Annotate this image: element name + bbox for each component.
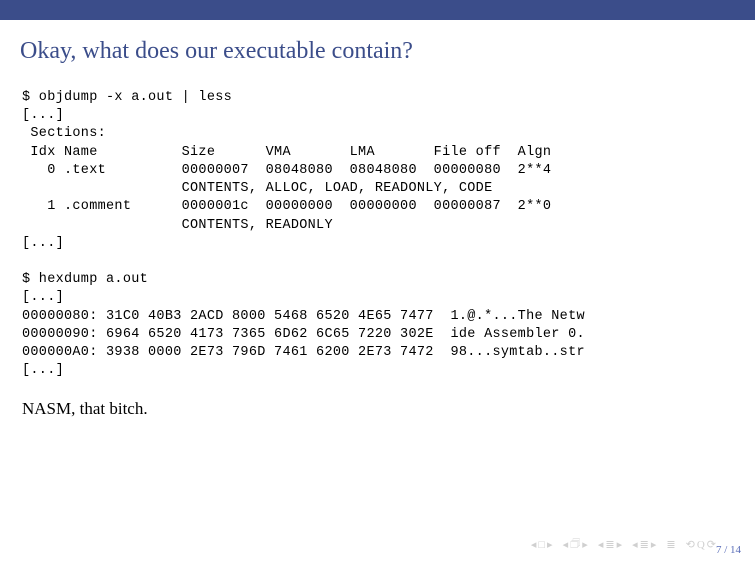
nav-next-icon: ▸ — [616, 538, 624, 551]
nav-prev-icon: ◂ — [631, 538, 639, 551]
nav-section-icon: ≣ — [639, 538, 650, 551]
nav-first-group[interactable]: ◂ □ ▸ — [530, 538, 554, 551]
beamer-nav: ◂ □ ▸ ◂ 🗇 ▸ ◂ ≣ ▸ ◂ ≣ ▸ ≣ ⟲ Q ⟳ — [530, 535, 717, 554]
nav-second-group[interactable]: ◂ 🗇 ▸ — [562, 535, 589, 554]
nav-search-icon: Q — [696, 539, 706, 551]
slide-title: Okay, what does our executable contain? — [0, 20, 755, 65]
nav-fourth-group[interactable]: ◂ ≣ ▸ — [631, 538, 657, 551]
nav-next-icon: ▸ — [650, 538, 658, 551]
nav-doc-icon: 🗇 — [569, 535, 581, 554]
nav-next-icon: ▸ — [546, 538, 554, 551]
page-number: 7 / 14 — [716, 544, 741, 556]
nav-slide-icon: ≣ — [665, 538, 676, 551]
nav-sixth-group[interactable]: ⟲ Q ⟳ — [685, 538, 717, 551]
nav-back-icon: ⟲ — [685, 538, 696, 551]
slide-content: $ objdump -x a.out | less [...] Sections… — [0, 65, 755, 419]
nav-frame-icon: □ — [537, 539, 546, 551]
code-block: $ objdump -x a.out | less [...] Sections… — [22, 89, 733, 381]
nav-prev-icon: ◂ — [562, 538, 570, 551]
slide-comment: NASM, that bitch. — [22, 399, 733, 419]
nav-third-group[interactable]: ◂ ≣ ▸ — [597, 538, 623, 551]
nav-fifth-group[interactable]: ≣ — [665, 538, 676, 551]
nav-section-icon: ≣ — [604, 538, 615, 551]
nav-next-icon: ▸ — [581, 538, 589, 551]
nav-prev-icon: ◂ — [597, 538, 605, 551]
nav-prev-icon: ◂ — [530, 538, 538, 551]
header-bar — [0, 0, 755, 20]
